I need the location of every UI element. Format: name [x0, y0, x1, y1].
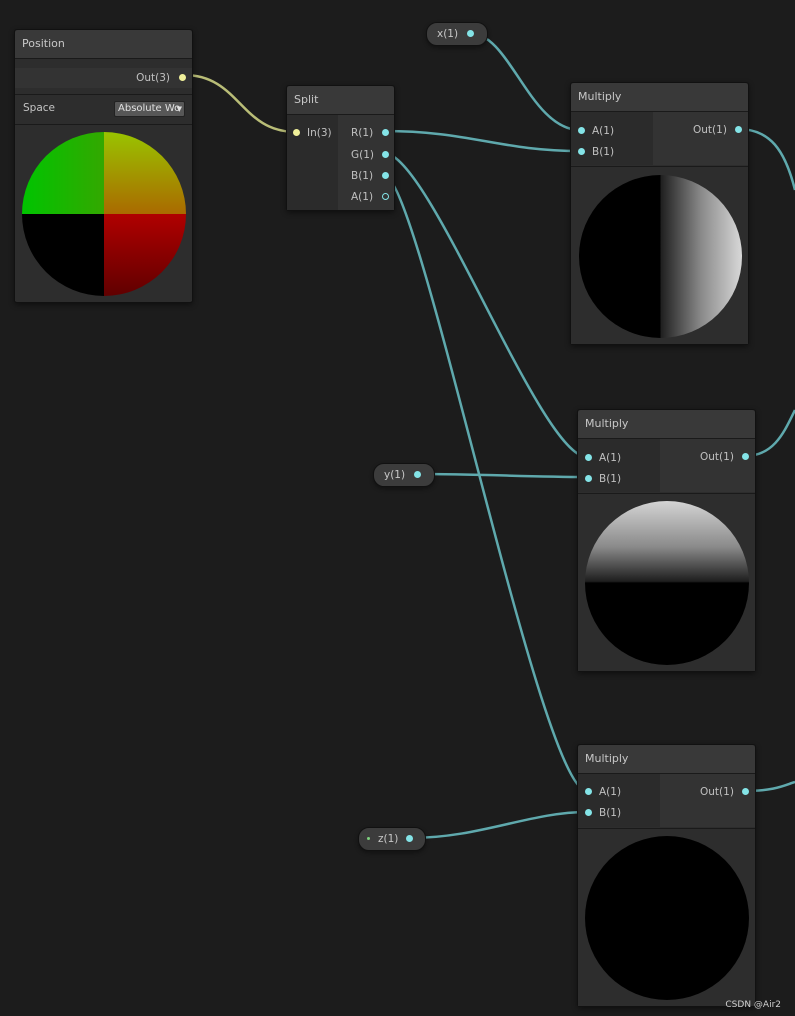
position-preview: [15, 124, 192, 301]
multiply-1-a-label: A(1): [592, 125, 615, 137]
multiply-1-a-port[interactable]: [578, 127, 585, 134]
property-y-label: y(1): [384, 469, 406, 481]
split-out-b-port[interactable]: [382, 172, 389, 179]
wire-z-to-multiply3-b[interactable]: [409, 810, 588, 840]
property-x-node[interactable]: x(1): [426, 22, 488, 46]
multiply-3-a-label: A(1): [599, 786, 622, 798]
property-x-out-port[interactable]: [467, 30, 474, 37]
multiply-3-out-port[interactable]: [742, 788, 749, 795]
split-out-g-port[interactable]: [382, 151, 389, 158]
split-out-g-row: G(1): [338, 145, 394, 165]
property-z-node[interactable]: z(1): [358, 827, 426, 851]
position-node-title: Position: [15, 30, 192, 59]
wire-x-to-multiply1-a[interactable]: [469, 31, 581, 132]
multiply-1-b-label: B(1): [592, 146, 615, 158]
multiply-node-3[interactable]: Multiply A(1) B(1) Out(1): [577, 744, 756, 1007]
multiply-3-preview: [578, 828, 755, 1006]
split-out-r-row: R(1): [338, 123, 394, 143]
wire-position-to-split[interactable]: [183, 73, 297, 134]
multiply-1-out-label: Out(1): [693, 124, 727, 136]
multiply-2-b-port[interactable]: [585, 475, 592, 482]
multiply-2-a-label: A(1): [599, 452, 622, 464]
split-out-r-label: R(1): [351, 127, 374, 139]
multiply-1-b-port[interactable]: [578, 148, 585, 155]
space-dropdown-value: Absolute Wo: [118, 103, 181, 114]
wire-g-to-multiply2-a[interactable]: [383, 151, 588, 459]
property-z-label: z(1): [378, 833, 399, 845]
chevron-down-icon: ▼: [176, 105, 182, 113]
wire-y-to-multiply2-b[interactable]: [417, 472, 588, 479]
multiply-3-out-label: Out(1): [700, 786, 734, 798]
split-out-r-port[interactable]: [382, 129, 389, 136]
property-z-exposed-dot-icon: [367, 837, 370, 840]
multiply-2-out-port[interactable]: [742, 453, 749, 460]
multiply-3-b-label: B(1): [599, 807, 622, 819]
property-z-out-port[interactable]: [406, 835, 413, 842]
multiply-3-preview-sphere: [585, 836, 749, 1000]
split-out-g-label: G(1): [351, 149, 375, 161]
multiply-3-out-row: Out(1): [660, 782, 755, 802]
multiply-1-preview: [571, 166, 748, 344]
watermark: CSDN @Air2: [725, 1000, 781, 1010]
position-node[interactable]: Position Out(3) Space Absolute Wo ▼: [14, 29, 193, 303]
multiply-2-out-row: Out(1): [660, 447, 755, 467]
wire-r-to-multiply1-b[interactable]: [383, 129, 581, 153]
multiply-node-2[interactable]: Multiply A(1) B(1) Out(1): [577, 409, 756, 672]
property-y-out-port[interactable]: [414, 471, 421, 478]
split-node-title: Split: [287, 86, 394, 115]
position-out-port[interactable]: [179, 74, 186, 81]
multiply-node-1[interactable]: Multiply A(1) B(1) Out(1): [570, 82, 749, 345]
split-out-a-row: A(1): [338, 187, 394, 207]
property-x-label: x(1): [437, 28, 459, 40]
split-in-port[interactable]: [293, 129, 300, 136]
multiply-2-b-label: B(1): [599, 473, 622, 485]
position-preview-sphere: [22, 132, 186, 296]
multiply-1-title: Multiply: [571, 83, 748, 112]
split-out-b-row: B(1): [338, 166, 394, 186]
multiply-1-out-row: Out(1): [653, 120, 748, 140]
split-node[interactable]: Split In(3) R(1) G(1) B(1) A(1): [286, 85, 395, 211]
split-out-a-label: A(1): [351, 191, 374, 203]
multiply-1-preview-sphere: [579, 175, 742, 338]
position-out-port-row: Out(3): [15, 68, 192, 88]
position-out-label: Out(3): [136, 72, 170, 84]
multiply-2-a-port[interactable]: [585, 454, 592, 461]
property-y-node[interactable]: y(1): [373, 463, 435, 487]
split-out-b-label: B(1): [351, 170, 374, 182]
multiply-2-out-label: Out(1): [700, 451, 734, 463]
multiply-2-title: Multiply: [578, 410, 755, 439]
space-label: Space: [23, 102, 55, 114]
split-out-a-port[interactable]: [382, 193, 389, 200]
multiply-2-preview: [578, 493, 755, 671]
split-in-label: In(3): [307, 127, 332, 139]
multiply-3-title: Multiply: [578, 745, 755, 774]
multiply-3-b-port[interactable]: [585, 809, 592, 816]
multiply-2-preview-sphere: [585, 501, 749, 665]
space-dropdown[interactable]: Absolute Wo ▼: [114, 101, 185, 117]
multiply-1-out-port[interactable]: [735, 126, 742, 133]
multiply-3-a-port[interactable]: [585, 788, 592, 795]
position-space-row: Space Absolute Wo ▼: [15, 94, 192, 124]
